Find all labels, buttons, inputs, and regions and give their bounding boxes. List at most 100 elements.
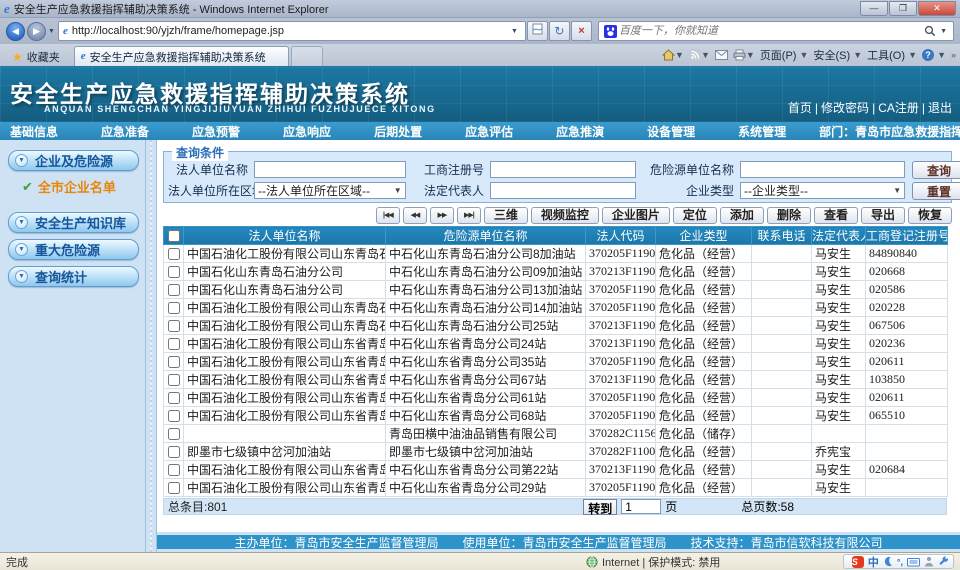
menu-item[interactable]: 基础信息 xyxy=(10,123,58,140)
pager-nav-button[interactable]: ▶▶| xyxy=(457,207,481,224)
page-menu[interactable]: 页面(P) ▼ xyxy=(760,47,809,63)
home-button[interactable]: ▼ xyxy=(662,49,684,61)
recent-pages-dropdown-icon[interactable]: ▼ xyxy=(48,28,55,35)
help-menu[interactable]: ? ▼ xyxy=(922,49,946,61)
toolbar-button[interactable]: 查看 xyxy=(814,207,858,224)
sogou-icon[interactable]: S xyxy=(852,556,864,568)
print-button[interactable]: ▼ xyxy=(733,49,755,61)
row-checkbox[interactable] xyxy=(168,356,180,368)
search-box[interactable]: ▼ xyxy=(598,21,954,41)
safety-menu[interactable]: 安全(S) ▼ xyxy=(813,47,862,63)
table-row[interactable]: 中国石油化工股份有限公司山东省青岛分公司 中石化山东省青岛分公司29站 3702… xyxy=(164,479,948,497)
toolbar-button[interactable]: 导出 xyxy=(861,207,905,224)
address-dropdown-icon[interactable]: ▼ xyxy=(511,28,518,35)
menu-item[interactable]: 应急响应 xyxy=(283,123,331,140)
menu-item[interactable]: 设备管理 xyxy=(647,123,695,140)
header-link[interactable]: 修改密码 xyxy=(812,99,869,116)
moon-icon[interactable] xyxy=(883,556,893,567)
table-row[interactable]: 中国石化山东青岛石油分公司 中石化山东青岛石油分公司13加油站 370205F1… xyxy=(164,281,948,299)
address-field[interactable]: e http://localhost:90/yjzh/frame/homepag… xyxy=(58,21,526,41)
row-checkbox[interactable] xyxy=(168,446,180,458)
person-icon[interactable] xyxy=(924,556,934,567)
sidebar-splitter[interactable] xyxy=(145,140,157,552)
ime-punctuation-toggle[interactable]: °, xyxy=(897,557,903,567)
header-link[interactable]: CA注册 xyxy=(869,99,919,116)
toolbar-button[interactable]: 三维 xyxy=(484,207,528,224)
table-row[interactable]: 中国石油化工股份有限公司山东省青岛分公司 中石化山东省青岛分公司68站 3702… xyxy=(164,407,948,425)
feeds-button[interactable]: ▼ xyxy=(689,49,710,61)
toolbar-button[interactable]: 企业图片 xyxy=(602,207,670,224)
minimize-button[interactable]: — xyxy=(860,1,888,16)
menu-item[interactable]: 后期处置 xyxy=(374,123,422,140)
browser-tab[interactable]: e 安全生产应急救援指挥辅助决策系统 xyxy=(74,46,289,66)
table-row[interactable]: 中国石油化工股份有限公司山东省青岛分公司 中石化山东省青岛分公司35站 3702… xyxy=(164,353,948,371)
row-checkbox[interactable] xyxy=(168,266,180,278)
row-checkbox[interactable] xyxy=(168,482,180,494)
toolbar-button[interactable]: 定位 xyxy=(673,207,717,224)
row-checkbox[interactable] xyxy=(168,374,180,386)
row-checkbox[interactable] xyxy=(168,320,180,332)
toolbar-button[interactable]: 删除 xyxy=(767,207,811,224)
row-checkbox[interactable] xyxy=(168,338,180,350)
table-row[interactable]: 中国石油化工股份有限公司山东青岛石油分公司 中石化山东青岛石油分公司25站 37… xyxy=(164,317,948,335)
sidebar-item-city-enterprise-list[interactable]: ✔ 全市企业名单 xyxy=(22,177,139,196)
search-icon[interactable] xyxy=(924,25,936,37)
search-button[interactable]: 查询 xyxy=(912,161,960,179)
page-number-input[interactable] xyxy=(621,499,661,514)
enterprise-type-select[interactable]: --企业类型--▼ xyxy=(740,182,905,199)
toolbar-button[interactable]: 视频监控 xyxy=(531,207,599,224)
stop-button[interactable]: × xyxy=(571,21,592,41)
read-mail-button[interactable] xyxy=(715,50,728,60)
row-checkbox[interactable] xyxy=(168,392,180,404)
search-dropdown-icon[interactable]: ▼ xyxy=(940,28,947,35)
hazard-name-input[interactable] xyxy=(740,161,905,178)
toolbar-button[interactable]: 添加 xyxy=(720,207,764,224)
row-checkbox[interactable] xyxy=(168,302,180,314)
overflow-chevron-icon[interactable]: » xyxy=(951,50,956,60)
legal-rep-input[interactable] xyxy=(490,182,636,199)
sidebar-group-enterprise-hazard[interactable]: ▼ 企业及危险源 xyxy=(8,150,139,171)
header-link[interactable]: 首页 xyxy=(788,99,812,116)
table-row[interactable]: 中国石油化工股份有限公司山东省青岛分公司 中石化山东省青岛分公司第22站 370… xyxy=(164,461,948,479)
new-tab-button[interactable] xyxy=(291,46,323,66)
reset-button[interactable]: 重置 xyxy=(912,182,960,200)
refresh-button[interactable]: ↻ xyxy=(549,21,570,41)
toolbar-button[interactable]: 恢复 xyxy=(908,207,952,224)
search-input[interactable] xyxy=(619,25,922,37)
favorites-button[interactable]: ★ 收藏夹 xyxy=(4,48,68,66)
table-row[interactable]: 中国石油化工股份有限公司山东省青岛分公司 中石化山东省青岛分公司24站 3702… xyxy=(164,335,948,353)
table-row[interactable]: 中国石油化工股份有限公司山东省青岛分公司 中石化山东省青岛分公司67站 3702… xyxy=(164,371,948,389)
maximize-button[interactable]: ❐ xyxy=(889,1,917,16)
table-row[interactable]: 中国石化山东青岛石油分公司 中石化山东青岛石油分公司09加油站 370213F1… xyxy=(164,263,948,281)
keyboard-icon[interactable] xyxy=(907,557,920,567)
region-select[interactable]: --法人单位所在区域--▼ xyxy=(254,182,406,199)
forward-button[interactable]: ▶ xyxy=(27,22,46,41)
menu-item[interactable]: 应急推演 xyxy=(556,123,604,140)
table-row[interactable]: 即墨市七级镇中岔河加油站 即墨市七级镇中岔河加油站 370282F110063 … xyxy=(164,443,948,461)
row-checkbox[interactable] xyxy=(168,284,180,296)
menu-item[interactable]: 应急预警 xyxy=(192,123,240,140)
sidebar-group-query-statistics[interactable]: ▼ 查询统计 xyxy=(8,266,139,287)
goto-page-button[interactable]: 转到 xyxy=(583,499,617,515)
wrench-icon[interactable] xyxy=(938,556,949,567)
table-row[interactable]: 青岛田横中油油品销售有限公司 370282C115602 危化品（储存） xyxy=(164,425,948,443)
pager-nav-button[interactable]: ▶▶ xyxy=(430,207,454,224)
table-row[interactable]: 中国石油化工股份有限公司山东省青岛分公司 中石化山东省青岛分公司61站 3702… xyxy=(164,389,948,407)
legal-name-input[interactable] xyxy=(254,161,406,178)
pager-nav-button[interactable]: |◀◀ xyxy=(376,207,400,224)
row-checkbox[interactable] xyxy=(168,248,180,260)
row-checkbox[interactable] xyxy=(168,410,180,422)
row-checkbox[interactable] xyxy=(168,464,180,476)
tools-menu[interactable]: 工具(O) ▼ xyxy=(867,47,917,63)
close-button[interactable]: ✕ xyxy=(918,1,956,16)
menu-item[interactable]: 应急准备 xyxy=(101,123,149,140)
sidebar-group-major-hazards[interactable]: ▼ 重大危险源 xyxy=(8,239,139,260)
pager-nav-button[interactable]: ◀◀ xyxy=(403,207,427,224)
table-row[interactable]: 中国石油化工股份有限公司山东青岛石油分公司 中石化山东青岛石油分公司14加油站 … xyxy=(164,299,948,317)
table-row[interactable]: 中国石油化工股份有限公司山东青岛石油分公司 中石化山东青岛石油分公司8加油站 3… xyxy=(164,245,948,263)
back-button[interactable]: ◀ xyxy=(6,22,25,41)
business-reg-no-input[interactable] xyxy=(490,161,636,178)
menu-item[interactable]: 应急评估 xyxy=(465,123,513,140)
compatibility-view-button[interactable] xyxy=(527,21,548,41)
row-checkbox[interactable] xyxy=(168,428,180,440)
